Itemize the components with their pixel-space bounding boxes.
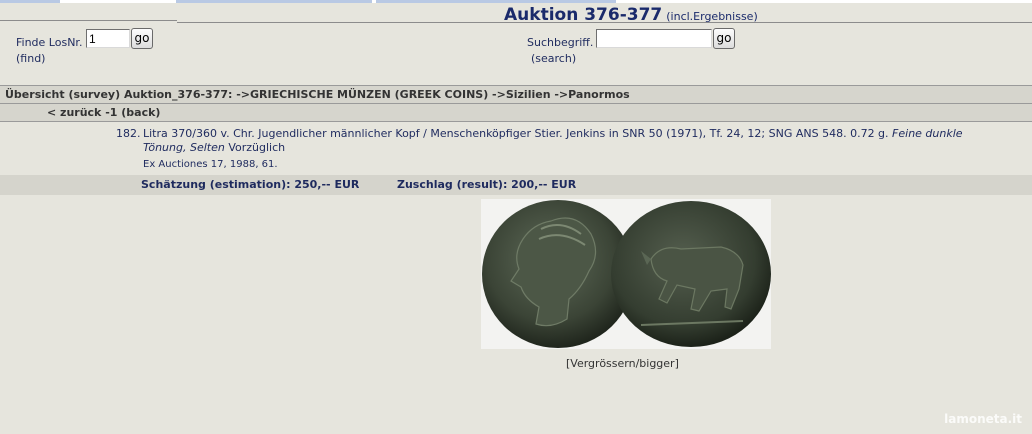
enlarge-link[interactable]: [Vergrössern/bigger] [566,357,679,370]
lot-grade: Vorzüglich [224,141,286,154]
watermark: lamoneta.it [944,412,1022,426]
lot-provenance: Ex Auctiones 17, 1988, 61. [143,159,278,170]
breadcrumb[interactable]: Übersicht (survey) Auktion_376-377: ->GR… [5,88,630,101]
estimate-value: Schätzung (estimation): 250,-- EUR [141,178,360,191]
search-label: Suchbegriff. [527,36,594,49]
result-value: Zuschlag (result): 200,-- EUR [397,178,577,191]
lot-number: 182. [116,127,141,140]
title-bar: Auktion 376-377 (incl.Ergebnisse) [0,3,1032,25]
divider [0,121,1032,122]
coin-image[interactable] [481,199,771,349]
find-sublabel: (find) [16,52,46,65]
search-input[interactable] [596,29,712,48]
page-title: Auktion 376-377 (incl.Ergebnisse) [504,5,758,25]
back-link[interactable]: < zurück -1 (back) [47,106,160,119]
page-subtitle: (incl.Ergebnisse) [666,10,758,23]
search-sublabel: (search) [531,52,577,65]
lot-number-input[interactable] [86,29,130,48]
find-go-button[interactable]: go [131,28,153,49]
find-label: Finde LosNr. [16,36,83,49]
search-go-button[interactable]: go [713,28,735,49]
lot-description: Litra 370/360 v. Chr. Jugendlicher männl… [143,127,963,154]
